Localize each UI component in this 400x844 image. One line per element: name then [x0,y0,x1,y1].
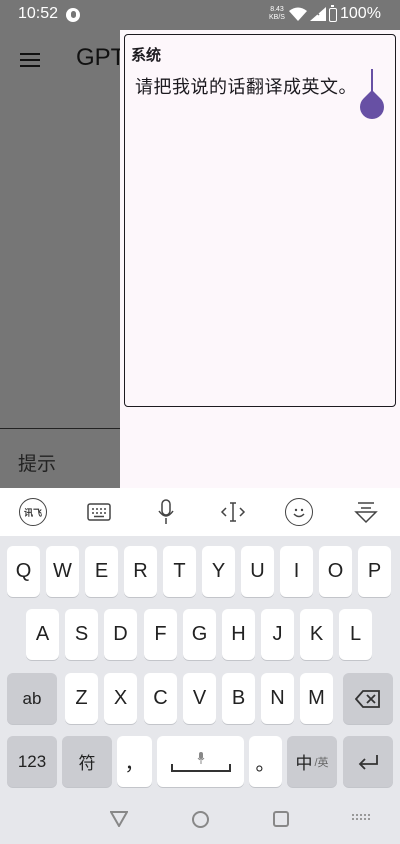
enter-key[interactable] [343,736,393,787]
battery-icon [329,5,337,22]
key-m[interactable]: M [300,673,333,724]
key-r[interactable]: R [124,546,157,597]
key-u[interactable]: U [241,546,274,597]
cursor-handle[interactable] [355,90,389,124]
key-y[interactable]: Y [202,546,235,597]
key-q[interactable]: Q [7,546,40,597]
key-l[interactable]: L [339,609,372,660]
emoji-icon[interactable] [285,498,313,526]
recent-apps-icon[interactable] [273,811,289,827]
status-time: 10:52 [18,5,59,22]
shift-key[interactable]: ab [7,673,57,724]
keyboard-icon[interactable] [85,498,113,526]
status-bar: 10:52 8.43 KB/S 100% [0,0,400,30]
period-key[interactable]: 。 [249,736,282,787]
navigation-bar [0,798,400,844]
cursor-move-icon[interactable] [219,498,247,526]
prompt-label: 提示 [18,453,57,475]
home-icon[interactable] [192,811,209,828]
key-z[interactable]: Z [65,673,98,724]
key-n[interactable]: N [261,673,294,724]
key-b[interactable]: B [222,673,255,724]
system-prompt-sheet: 系统 请把我说的话翻译成英文。 [120,30,400,488]
keyboard-toolbar: 讯飞 [0,488,400,536]
language-switch-label: 中 [295,754,313,773]
menu-icon[interactable] [20,53,40,67]
key-s[interactable]: S [65,609,98,660]
key-e[interactable]: E [85,546,118,597]
back-icon[interactable] [110,811,128,827]
signal-icon [310,7,326,21]
backspace-icon [355,689,380,708]
system-prompt-text[interactable]: 请把我说的话翻译成英文。 [135,73,357,99]
key-k[interactable]: K [300,609,333,660]
system-prompt-label: 系统 [131,46,162,64]
key-t[interactable]: T [163,546,196,597]
enter-icon [358,754,378,770]
key-c[interactable]: C [144,673,177,724]
notification-app-icon [66,8,80,22]
microphone-icon[interactable] [152,498,180,526]
battery-level: 100% [340,5,381,22]
key-f[interactable]: F [144,609,177,660]
key-d[interactable]: D [104,609,137,660]
keyboard-switch-icon[interactable] [352,814,370,824]
number-mode-key[interactable]: 123 [7,736,57,787]
key-x[interactable]: X [104,673,137,724]
key-g[interactable]: G [183,609,216,660]
space-icon [170,763,231,772]
key-j[interactable]: J [261,609,294,660]
symbol-key[interactable]: 符 [62,736,112,787]
keyboard: Q W E R T Y U I O P A S D F G H J K L ab… [0,536,400,798]
key-o[interactable]: O [319,546,352,597]
ime-logo-icon[interactable]: 讯飞 [19,498,47,526]
app-title: GPT [76,44,126,71]
microphone-small-icon [197,751,204,764]
prompt-input[interactable]: 提示 [0,428,130,488]
key-a[interactable]: A [26,609,59,660]
key-h[interactable]: H [222,609,255,660]
network-speed: 8.43 KB/S [269,6,285,21]
space-key[interactable] [157,736,244,787]
key-i[interactable]: I [280,546,313,597]
key-p[interactable]: P [358,546,391,597]
key-v[interactable]: V [183,673,216,724]
system-prompt-field[interactable]: 系统 请把我说的话翻译成英文。 [124,34,396,407]
comma-key[interactable]: ， [117,736,152,787]
key-w[interactable]: W [46,546,79,597]
wifi-icon [289,7,307,21]
language-switch-key[interactable]: 中/英 [287,736,337,787]
language-switch-sub: /英 [314,756,329,769]
backspace-key[interactable] [343,673,393,724]
collapse-keyboard-icon[interactable] [352,498,380,526]
